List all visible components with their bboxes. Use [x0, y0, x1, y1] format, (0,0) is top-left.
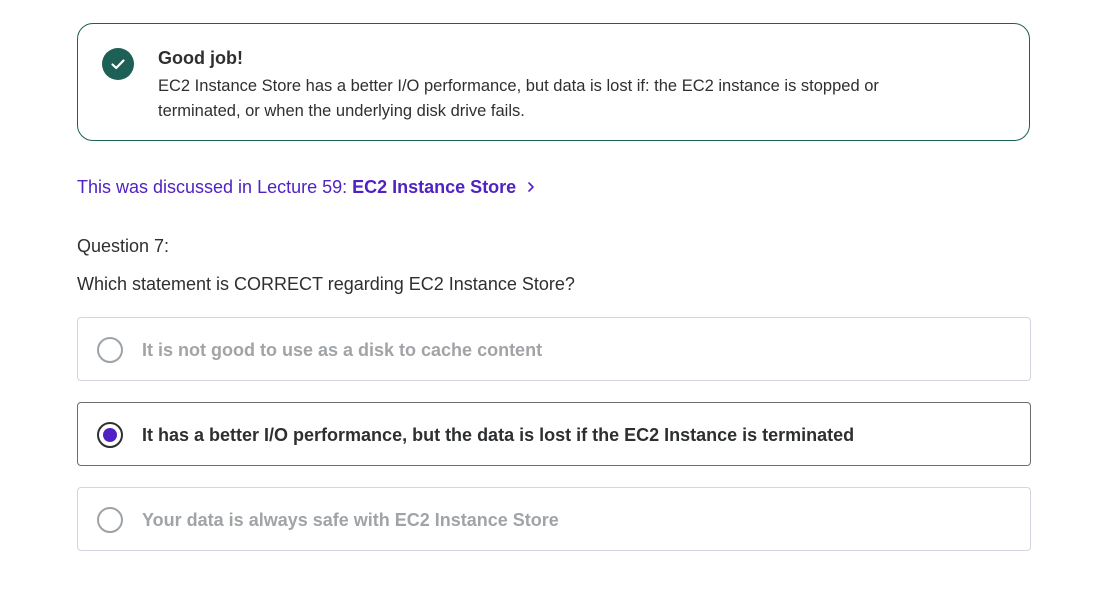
- radio-button-selected[interactable]: [97, 422, 123, 448]
- lecture-link[interactable]: This was discussed in Lecture 59: EC2 In…: [77, 175, 536, 199]
- answer-option-1[interactable]: It is not good to use as a disk to cache…: [77, 317, 1031, 381]
- radio-button[interactable]: [97, 337, 123, 363]
- lecture-link-name: EC2 Instance Store: [352, 177, 517, 197]
- answer-option-2[interactable]: It has a better I/O performance, but the…: [77, 402, 1031, 466]
- lecture-link-prefix: This was discussed in Lecture 59:: [77, 177, 348, 197]
- answer-option-label: It has a better I/O performance, but the…: [142, 425, 855, 445]
- answer-option-3[interactable]: Your data is always safe with EC2 Instan…: [77, 487, 1031, 551]
- check-circle-icon: [102, 48, 134, 80]
- feedback-title: Good job!: [158, 48, 243, 68]
- feedback-message: EC2 Instance Store has a better I/O perf…: [158, 77, 879, 120]
- radio-button[interactable]: [97, 507, 123, 533]
- answer-option-label: Your data is always safe with EC2 Instan…: [142, 510, 559, 530]
- question-prompt: Which statement is CORRECT regarding EC2…: [77, 274, 575, 294]
- feedback-card: Good job! EC2 Instance Store has a bette…: [77, 23, 1030, 141]
- answer-option-label: It is not good to use as a disk to cache…: [142, 340, 543, 360]
- chevron-right-icon: [526, 181, 536, 193]
- question-number: Question 7:: [77, 236, 170, 256]
